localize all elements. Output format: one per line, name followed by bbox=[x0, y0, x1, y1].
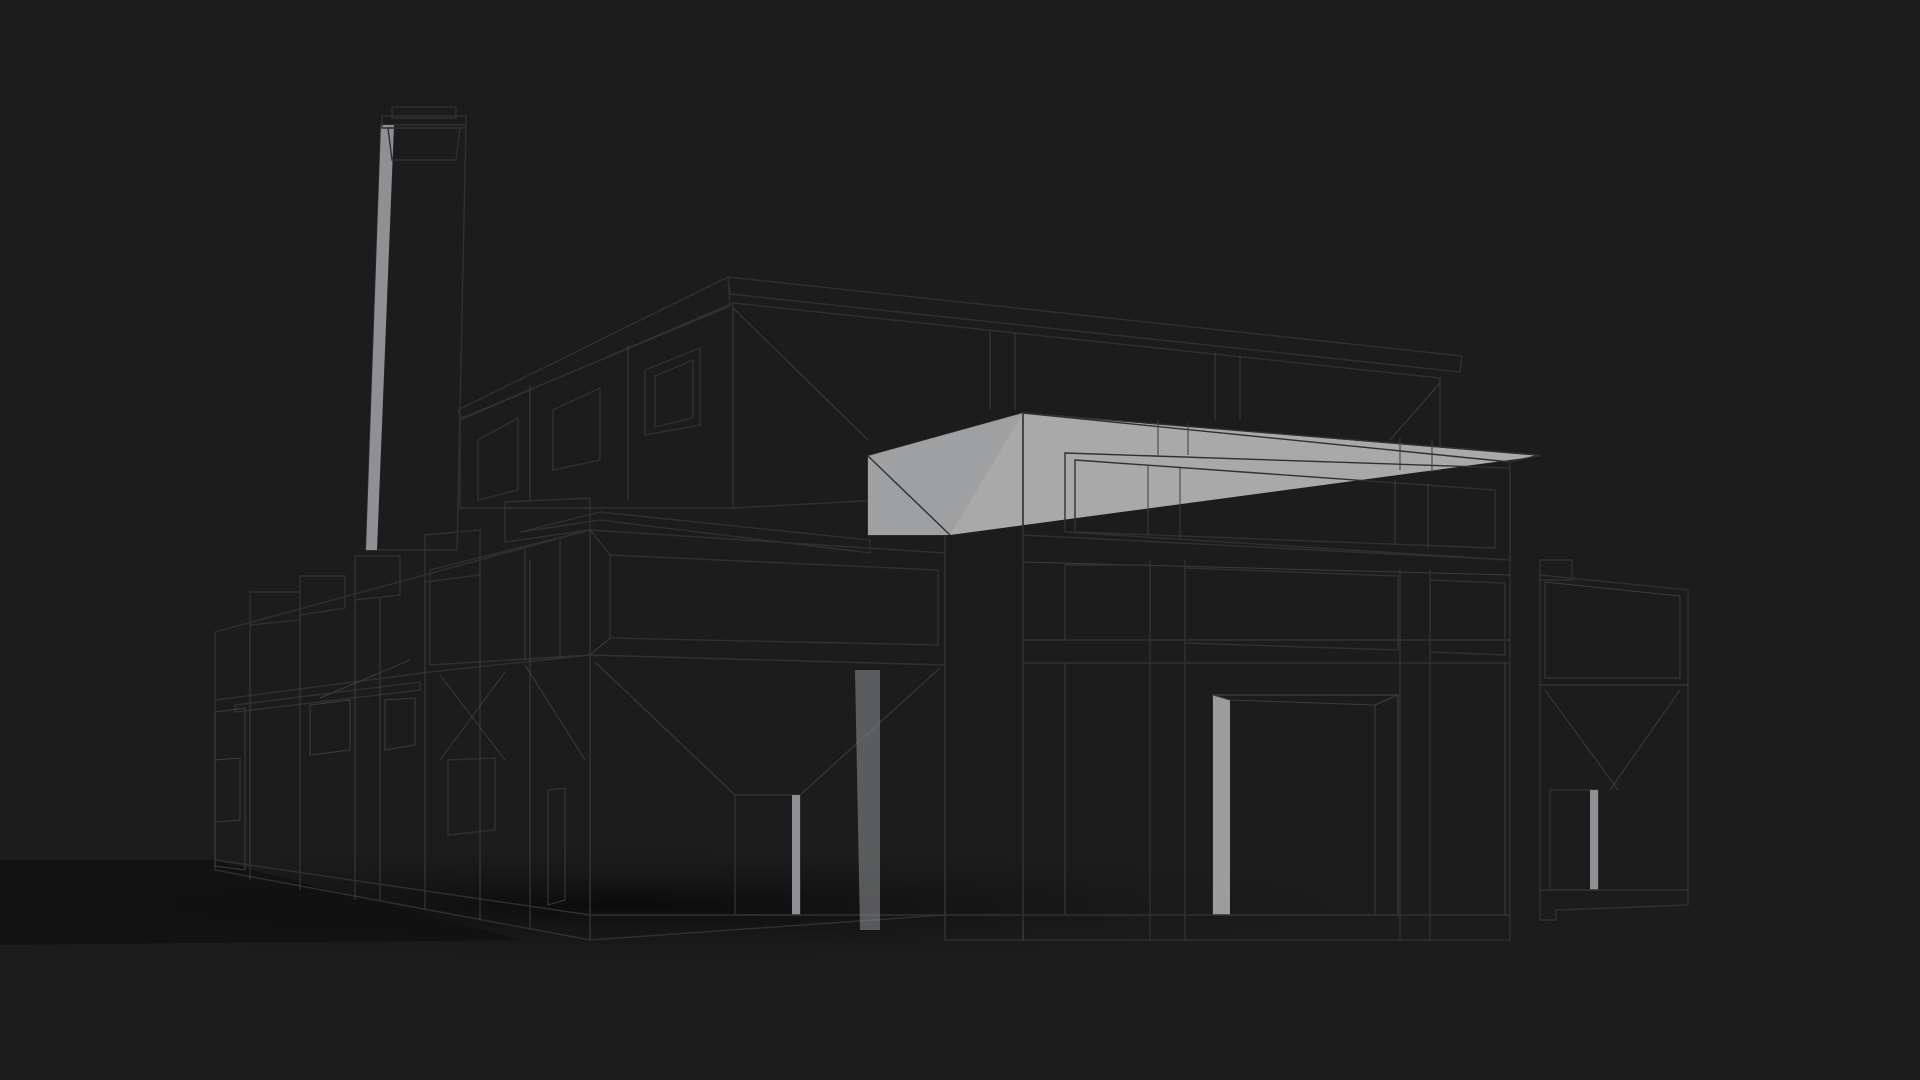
right-wing bbox=[1539, 559, 1689, 921]
factory-render bbox=[0, 106, 1689, 960]
render-viewport bbox=[0, 0, 1920, 1080]
ground-shadow bbox=[0, 850, 1420, 960]
chimney bbox=[365, 106, 467, 551]
